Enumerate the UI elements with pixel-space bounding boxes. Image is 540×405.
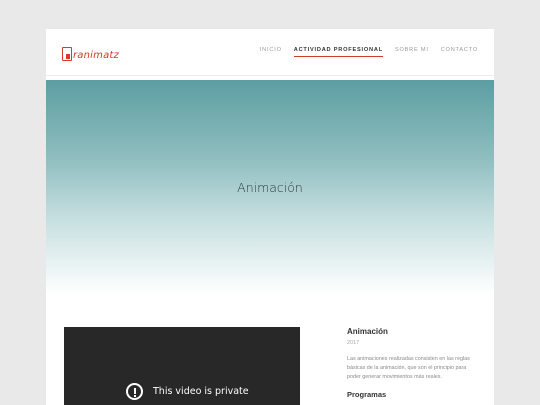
site-logo[interactable]: ranimatz (62, 43, 119, 61)
project-year: 2017 (347, 340, 360, 346)
nav-item-contacto[interactable]: CONTACTO (441, 47, 478, 57)
logo-text: ranimatz (73, 50, 119, 61)
nav-item-sobre-mi[interactable]: SOBRE MI (395, 47, 429, 57)
video-private-text: This video is private (153, 386, 249, 397)
video-private-message: This video is private (126, 383, 249, 400)
video-player[interactable]: This video is private (64, 327, 300, 405)
main-nav: INICIO ACTIVIDAD PROFESIONAL SOBRE MI CO… (260, 47, 478, 57)
alert-circle-icon (126, 383, 143, 400)
page-container: ranimatz INICIO ACTIVIDAD PROFESIONAL SO… (46, 29, 494, 405)
project-details: Animación 2017 Las animaciones realizada… (347, 327, 477, 399)
hero-banner: Animación (46, 80, 494, 294)
nav-item-inicio[interactable]: INICIO (260, 47, 282, 57)
logo-mark-icon (62, 47, 72, 61)
page-title: Animación (237, 179, 303, 195)
nav-item-actividad-profesional[interactable]: ACTIVIDAD PROFESIONAL (293, 47, 384, 57)
project-title: Animación (347, 327, 388, 336)
top-navbar: ranimatz INICIO ACTIVIDAD PROFESIONAL SO… (46, 29, 494, 76)
programs-heading: Programas (347, 390, 387, 399)
project-description: Las animaciones realizadas consisten en … (347, 356, 470, 380)
